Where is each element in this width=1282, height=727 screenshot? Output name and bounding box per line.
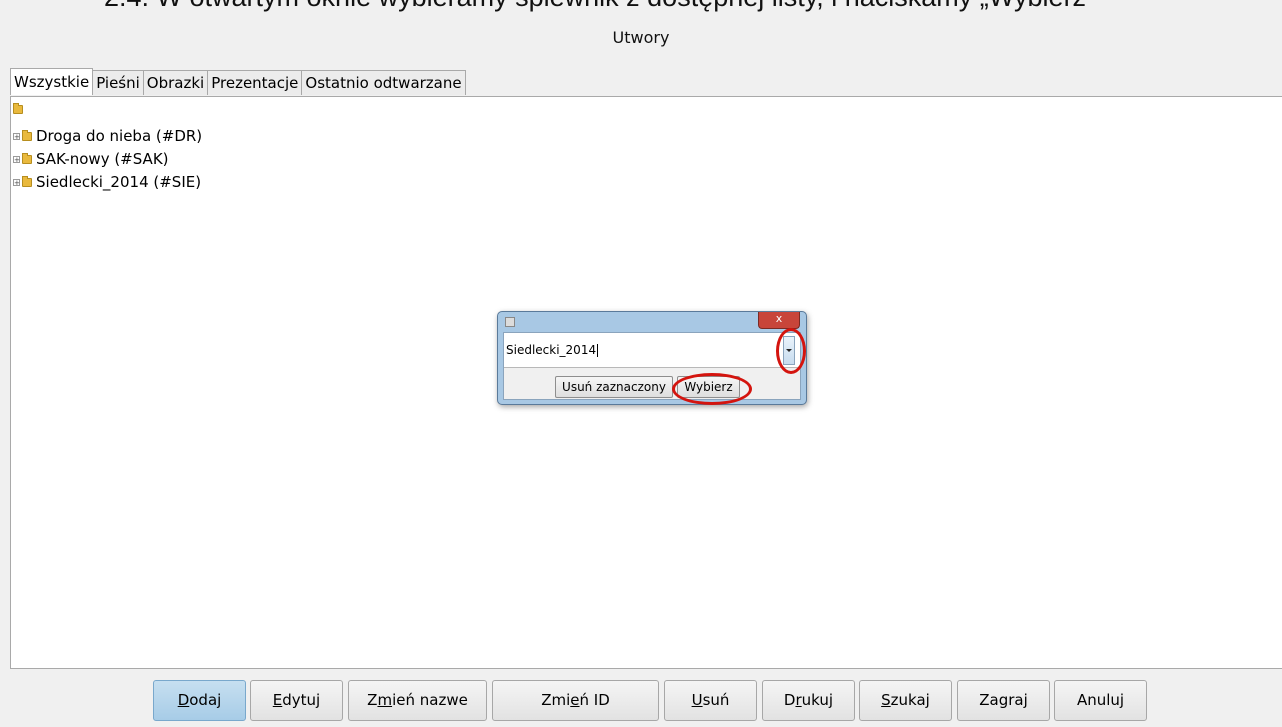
tab-obrazki[interactable]: Obrazki	[142, 70, 209, 95]
zagraj-button[interactable]: Zagraj	[957, 680, 1050, 721]
tree-item-siedlecki-2014[interactable]: + Siedlecki_2014 (#SIE)	[13, 172, 201, 192]
choose-button[interactable]: Wybierz	[677, 376, 740, 398]
anuluj-button[interactable]: Anuluj	[1054, 680, 1147, 721]
dropdown-arrow-icon[interactable]	[783, 336, 795, 365]
dialog-body: Siedlecki_2014 Usuń zaznaczony Wybierz	[503, 332, 801, 400]
edytuj-button[interactable]: Edytuj	[250, 680, 343, 721]
songbook-combo-box[interactable]: Siedlecki_2014	[504, 333, 800, 368]
drukuj-button[interactable]: Drukuj	[762, 680, 855, 721]
szukaj-button[interactable]: Szukaj	[859, 680, 952, 721]
document-caption-text: 2.4. W otwartym oknie wybieramy śpiewnik…	[0, 0, 1282, 20]
folder-icon	[22, 152, 32, 164]
window-title: Utwory	[612, 28, 670, 47]
songbook-select-dialog: x Siedlecki_2014 Usuń zaznaczony Wybierz	[497, 311, 807, 405]
tree-item-sak-nowy[interactable]: + SAK-nowy (#SAK)	[13, 149, 169, 169]
tree-item-droga-do-nieba[interactable]: + Droga do nieba (#DR)	[13, 126, 202, 146]
tree-item-label: Droga do nieba (#DR)	[36, 127, 203, 145]
close-button[interactable]: x	[758, 312, 800, 329]
zmien-nazwe-button[interactable]: Zmień nazwe	[348, 680, 487, 721]
tree-item-label: SAK-nowy (#SAK)	[36, 150, 169, 168]
expand-icon[interactable]: +	[13, 132, 20, 140]
tab-ostatnio-odtwarzane[interactable]: Ostatnio odtwarzane	[301, 70, 466, 95]
usun-button[interactable]: Usuń	[664, 680, 757, 721]
root-folder-icon	[13, 103, 23, 114]
folder-icon	[22, 175, 32, 187]
tab-bar: Wszystkie Pieśni Obrazki Prezentacje Ost…	[10, 68, 466, 95]
folder-icon	[22, 129, 32, 141]
tree-item-label: Siedlecki_2014 (#SIE)	[36, 173, 202, 191]
dodaj-button[interactable]: Dodaj	[153, 680, 246, 721]
tab-piesni[interactable]: Pieśni	[92, 70, 144, 95]
expand-icon[interactable]: +	[13, 155, 20, 163]
expand-icon[interactable]: +	[13, 178, 20, 186]
zmien-id-button[interactable]: Zmień ID	[492, 680, 659, 721]
tab-wszystkie[interactable]: Wszystkie	[10, 68, 94, 95]
tab-prezentacje[interactable]: Prezentacje	[207, 70, 303, 95]
java-app-icon	[505, 317, 515, 327]
delete-selected-button[interactable]: Usuń zaznaczony	[555, 376, 673, 398]
combo-selected-value: Siedlecki_2014	[506, 343, 597, 357]
